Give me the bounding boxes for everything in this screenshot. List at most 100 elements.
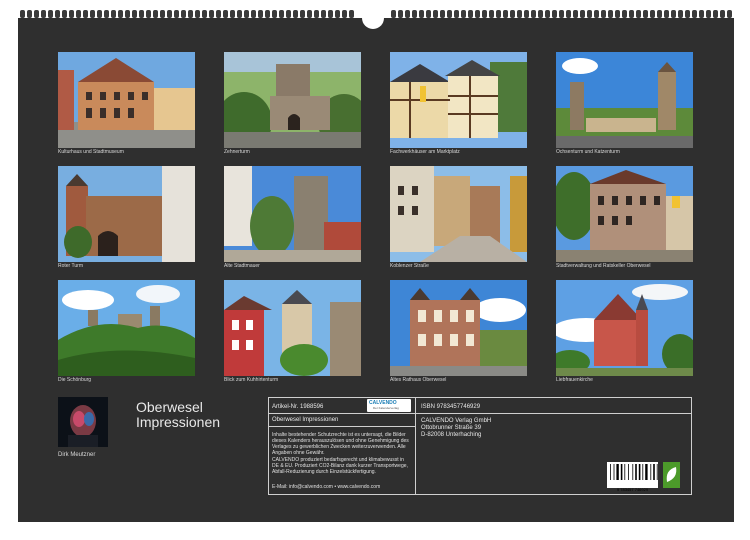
photo-thumbnail[interactable] xyxy=(58,52,195,148)
binding-ring xyxy=(678,10,683,18)
binding-ring xyxy=(573,10,578,18)
binding-ring xyxy=(489,10,494,18)
binding-ring xyxy=(545,10,550,18)
binding-ring xyxy=(300,10,305,18)
binding-ring xyxy=(405,10,410,18)
barcode-bar xyxy=(624,464,626,480)
photo-thumbnail[interactable] xyxy=(58,280,195,376)
binding-ring xyxy=(132,10,137,18)
info-divider xyxy=(268,413,692,414)
info-divider xyxy=(415,397,416,495)
binding-ring xyxy=(650,10,655,18)
barcode-bar xyxy=(638,464,641,480)
binding-ring xyxy=(510,10,515,18)
photo-caption: Stadtverwaltung und Ratskeller Oberwesel xyxy=(556,263,651,269)
photo-thumbnail[interactable] xyxy=(224,166,361,262)
barcode-bar xyxy=(645,464,648,480)
binding-ring xyxy=(328,10,333,18)
binding-ring xyxy=(97,10,102,18)
binding-ring xyxy=(447,10,452,18)
article-number: Artikel-Nr. 1988596 xyxy=(272,404,324,410)
binding-ring xyxy=(629,10,634,18)
binding-ring xyxy=(258,10,263,18)
binding-ring xyxy=(699,10,704,18)
publisher-street: Ottobrunner Straße 39 xyxy=(421,425,482,431)
photo-thumbnail[interactable] xyxy=(224,280,361,376)
binding-ring xyxy=(111,10,116,18)
photo-thumbnail[interactable] xyxy=(58,166,195,262)
photo-caption: Ochsenturm und Katzenturm xyxy=(556,149,620,155)
binding-ring xyxy=(76,10,81,18)
photo-thumbnail[interactable] xyxy=(390,280,527,376)
calendar-title: Oberwesel Impressionen xyxy=(136,400,220,430)
photo-caption: Koblenzer Straße xyxy=(390,263,429,269)
photo-caption: Blick zum Kuhhirtenturm xyxy=(224,377,279,383)
binding-ring xyxy=(216,10,221,18)
binding-ring xyxy=(433,10,438,18)
calvendo-badge: CALVENDO Der Kalenderverlag xyxy=(367,399,411,412)
barcode-bar xyxy=(653,464,655,480)
barcode: 9 783457 746929 xyxy=(607,462,658,492)
photo-caption: Alte Stadtmauer xyxy=(224,263,260,269)
legal-notice: Inhalte bestehender Schutzrechte ist es … xyxy=(272,432,409,456)
photo-caption: Zehnerturm xyxy=(224,149,250,155)
binding-ring xyxy=(146,10,151,18)
binding-ring xyxy=(342,10,347,18)
photo-caption: Roter Turm xyxy=(58,263,84,269)
binding-ring xyxy=(524,10,529,18)
binding-ring xyxy=(454,10,459,18)
binding-ring xyxy=(202,10,207,18)
leaf-icon xyxy=(663,462,680,488)
binding-ring xyxy=(685,10,690,18)
photo-caption: Fachwerkhäuser am Marktplatz xyxy=(390,149,460,155)
production-notice: CALVENDO produziert bedarfsgerecht und k… xyxy=(272,457,408,475)
photo-thumbnail[interactable] xyxy=(390,52,527,148)
binding-ring xyxy=(181,10,186,18)
binding-ring xyxy=(293,10,298,18)
photo-thumbnail[interactable] xyxy=(556,280,693,376)
binding-ring xyxy=(391,10,396,18)
binding-ring xyxy=(34,10,39,18)
binding-ring xyxy=(244,10,249,18)
binding-ring xyxy=(615,10,620,18)
barcode-bar xyxy=(650,464,652,480)
binding-ring xyxy=(426,10,431,18)
binding-ring xyxy=(62,10,67,18)
binding-ring xyxy=(167,10,172,18)
binding-ring xyxy=(566,10,571,18)
binding-ring xyxy=(622,10,627,18)
binding-ring xyxy=(251,10,256,18)
photo-thumbnail[interactable] xyxy=(556,52,693,148)
binding-ring xyxy=(223,10,228,18)
barcode-bar xyxy=(620,464,623,480)
binding-ring xyxy=(335,10,340,18)
contact-line: E-Mail: info@calvendo.com • www.calvendo… xyxy=(272,484,381,490)
binding-ring xyxy=(160,10,165,18)
binding-ring xyxy=(272,10,277,18)
binding-ring xyxy=(209,10,214,18)
binding-ring xyxy=(636,10,641,18)
barcode-bar xyxy=(656,464,658,480)
binding-ring xyxy=(440,10,445,18)
binding-ring xyxy=(153,10,158,18)
barcode-bar xyxy=(613,464,615,480)
photo-thumbnail[interactable] xyxy=(390,166,527,262)
publisher-name: CALVENDO Verlag GmbH xyxy=(421,418,492,424)
photo-thumbnail[interactable] xyxy=(556,166,693,262)
barcode-bar xyxy=(635,464,637,480)
binding-ring xyxy=(307,10,312,18)
binding-ring xyxy=(125,10,130,18)
binding-ring xyxy=(237,10,242,18)
binding-ring xyxy=(419,10,424,18)
binding-ring xyxy=(531,10,536,18)
binding-ring xyxy=(580,10,585,18)
photo-thumbnail[interactable] xyxy=(224,52,361,148)
binding-ring xyxy=(671,10,676,18)
binding-ring xyxy=(69,10,74,18)
binding-ring xyxy=(713,10,718,18)
binding-ring xyxy=(118,10,123,18)
calendar-title-line2: Impressionen xyxy=(136,414,221,430)
binding-ring xyxy=(321,10,326,18)
barcode-bar xyxy=(628,464,629,480)
binding-ring xyxy=(664,10,669,18)
